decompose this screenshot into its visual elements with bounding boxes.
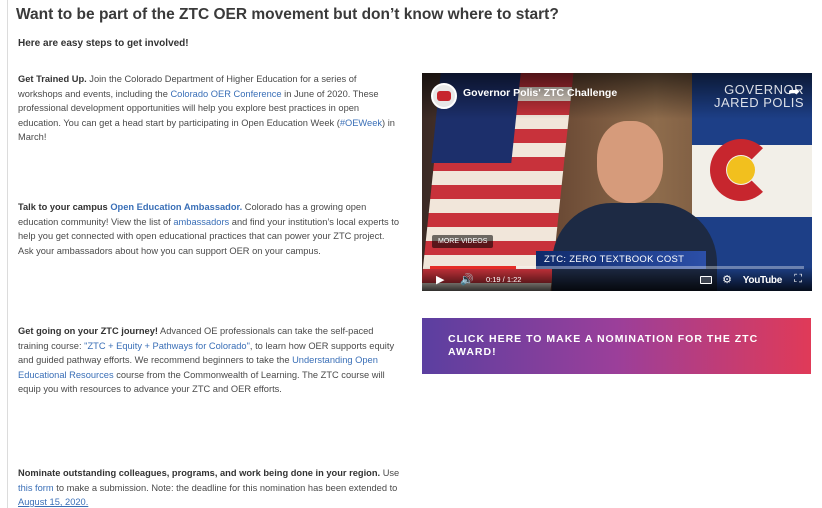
video-title[interactable]: Governor Polis' ZTC Challenge <box>463 87 617 99</box>
step-lead: Get Trained Up. <box>18 74 87 84</box>
video-progress-fill <box>430 266 517 269</box>
video-progress-bar[interactable] <box>430 266 804 269</box>
more-videos-button[interactable]: MORE VIDEOS <box>432 235 494 248</box>
ambassadors-link[interactable]: ambassadors <box>173 217 229 227</box>
oer-conference-link[interactable]: Colorado OER Conference <box>170 89 281 99</box>
page-left-rule <box>7 0 8 508</box>
speaker-head <box>597 121 663 203</box>
cc-icon[interactable] <box>700 276 712 284</box>
step-lead: Talk to your campus <box>18 202 111 212</box>
video-player[interactable]: Governor Polis' ZTC Challenge GOVERNOR J… <box>422 73 812 291</box>
step-text: Use <box>380 468 400 478</box>
oeweek-link[interactable]: #OEWeek <box>340 118 382 128</box>
channel-logo-icon[interactable] <box>431 83 457 109</box>
open-education-ambassador-link[interactable]: Open Education Ambassador. <box>110 202 242 212</box>
ztc-equity-pathways-link[interactable]: "ZTC + Equity + Pathways for Colorado" <box>84 341 250 351</box>
step-text: to make a submission. Note: the deadline… <box>53 482 398 493</box>
page-title: Want to be part of the ZTC OER movement … <box>16 6 559 23</box>
youtube-logo[interactable]: YouTube <box>743 275 783 286</box>
volume-icon[interactable]: 🔊 <box>460 273 474 286</box>
fullscreen-icon[interactable]: ⛶ <box>794 273 802 286</box>
step-get-trained: Get Trained Up. Join the Colorado Depart… <box>18 72 400 145</box>
share-icon[interactable]: ➦ <box>788 83 800 100</box>
step-lead: Get going on your ZTC journey! <box>18 326 158 336</box>
step-lead: Nominate outstanding colleagues, program… <box>18 468 381 478</box>
step-nominate: Nominate outstanding colleagues, program… <box>18 466 400 508</box>
deadline-link[interactable]: August 15, 2020. <box>18 497 88 507</box>
colorado-flag-sun <box>727 156 755 184</box>
settings-icon[interactable]: ⚙ <box>722 273 732 286</box>
ztc-award-nomination-button[interactable]: CLICK HERE TO MAKE A NOMINATION FOR THE … <box>422 318 811 374</box>
play-icon[interactable]: ▶ <box>436 273 444 286</box>
video-time: 0:19 / 1:22 <box>486 275 522 284</box>
step-ambassador: Talk to your campus Open Education Ambas… <box>18 200 400 258</box>
page-subtitle: Here are easy steps to get involved! <box>18 38 189 49</box>
step-ztc-journey: Get going on your ZTC journey! Advanced … <box>18 324 400 397</box>
nomination-form-link[interactable]: this form <box>18 483 54 493</box>
